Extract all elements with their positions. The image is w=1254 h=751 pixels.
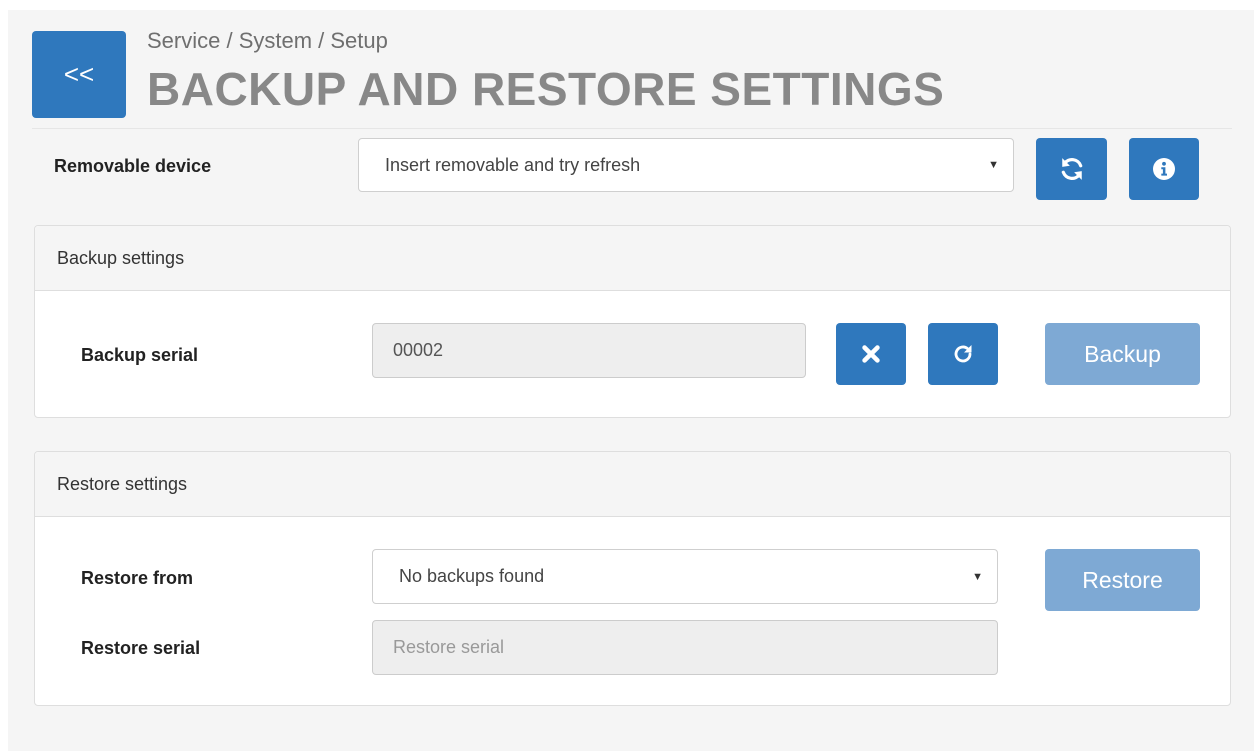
backup-settings-panel: Backup settings Backup serial 00002 Back… xyxy=(34,225,1231,418)
refresh-devices-button[interactable] xyxy=(1036,138,1107,200)
removable-device-select-value: Insert removable and try refresh xyxy=(385,154,641,175)
restore-settings-panel: Restore settings Restore from No backups… xyxy=(34,451,1231,706)
backup-serial-input[interactable]: 00002 xyxy=(372,323,806,378)
clear-serial-button[interactable] xyxy=(836,323,906,385)
backup-button-label: Backup xyxy=(1084,340,1161,367)
backup-settings-heading: Backup settings xyxy=(35,226,1230,291)
breadcrumb: Service / System / Setup xyxy=(147,28,388,53)
caret-down-icon: ▼ xyxy=(972,570,983,583)
page-container: << Service / System / Setup BACKUP AND R… xyxy=(8,10,1254,751)
sync-icon xyxy=(1059,156,1085,182)
times-icon xyxy=(860,343,882,365)
backup-serial-label: Backup serial xyxy=(81,345,199,365)
restore-from-value: No backups found xyxy=(399,566,545,586)
restore-serial-input[interactable]: Restore serial xyxy=(372,620,998,675)
info-icon xyxy=(1152,157,1176,181)
restore-serial-label: Restore serial xyxy=(81,638,201,658)
restore-button-label: Restore xyxy=(1082,566,1163,593)
header-divider xyxy=(32,128,1232,129)
restore-settings-heading: Restore settings xyxy=(35,452,1230,517)
back-button[interactable]: << xyxy=(32,31,126,118)
backup-serial-value: 00002 xyxy=(393,340,444,360)
info-button[interactable] xyxy=(1129,138,1199,200)
page-title: BACKUP AND RESTORE SETTINGS xyxy=(147,63,945,115)
reset-serial-button[interactable] xyxy=(928,323,998,385)
restore-button[interactable]: Restore xyxy=(1045,549,1200,611)
removable-device-select[interactable]: Insert removable and try refresh ▼ xyxy=(358,138,1014,192)
backup-button[interactable]: Backup xyxy=(1045,323,1200,385)
restore-from-label: Restore from xyxy=(81,568,194,588)
caret-down-icon: ▼ xyxy=(988,159,999,171)
rotate-icon xyxy=(951,342,975,366)
back-button-label: << xyxy=(63,59,95,89)
restore-from-select[interactable]: No backups found ▼ xyxy=(372,549,998,604)
restore-serial-placeholder: Restore serial xyxy=(393,637,505,657)
removable-device-label: Removable device xyxy=(54,156,212,176)
